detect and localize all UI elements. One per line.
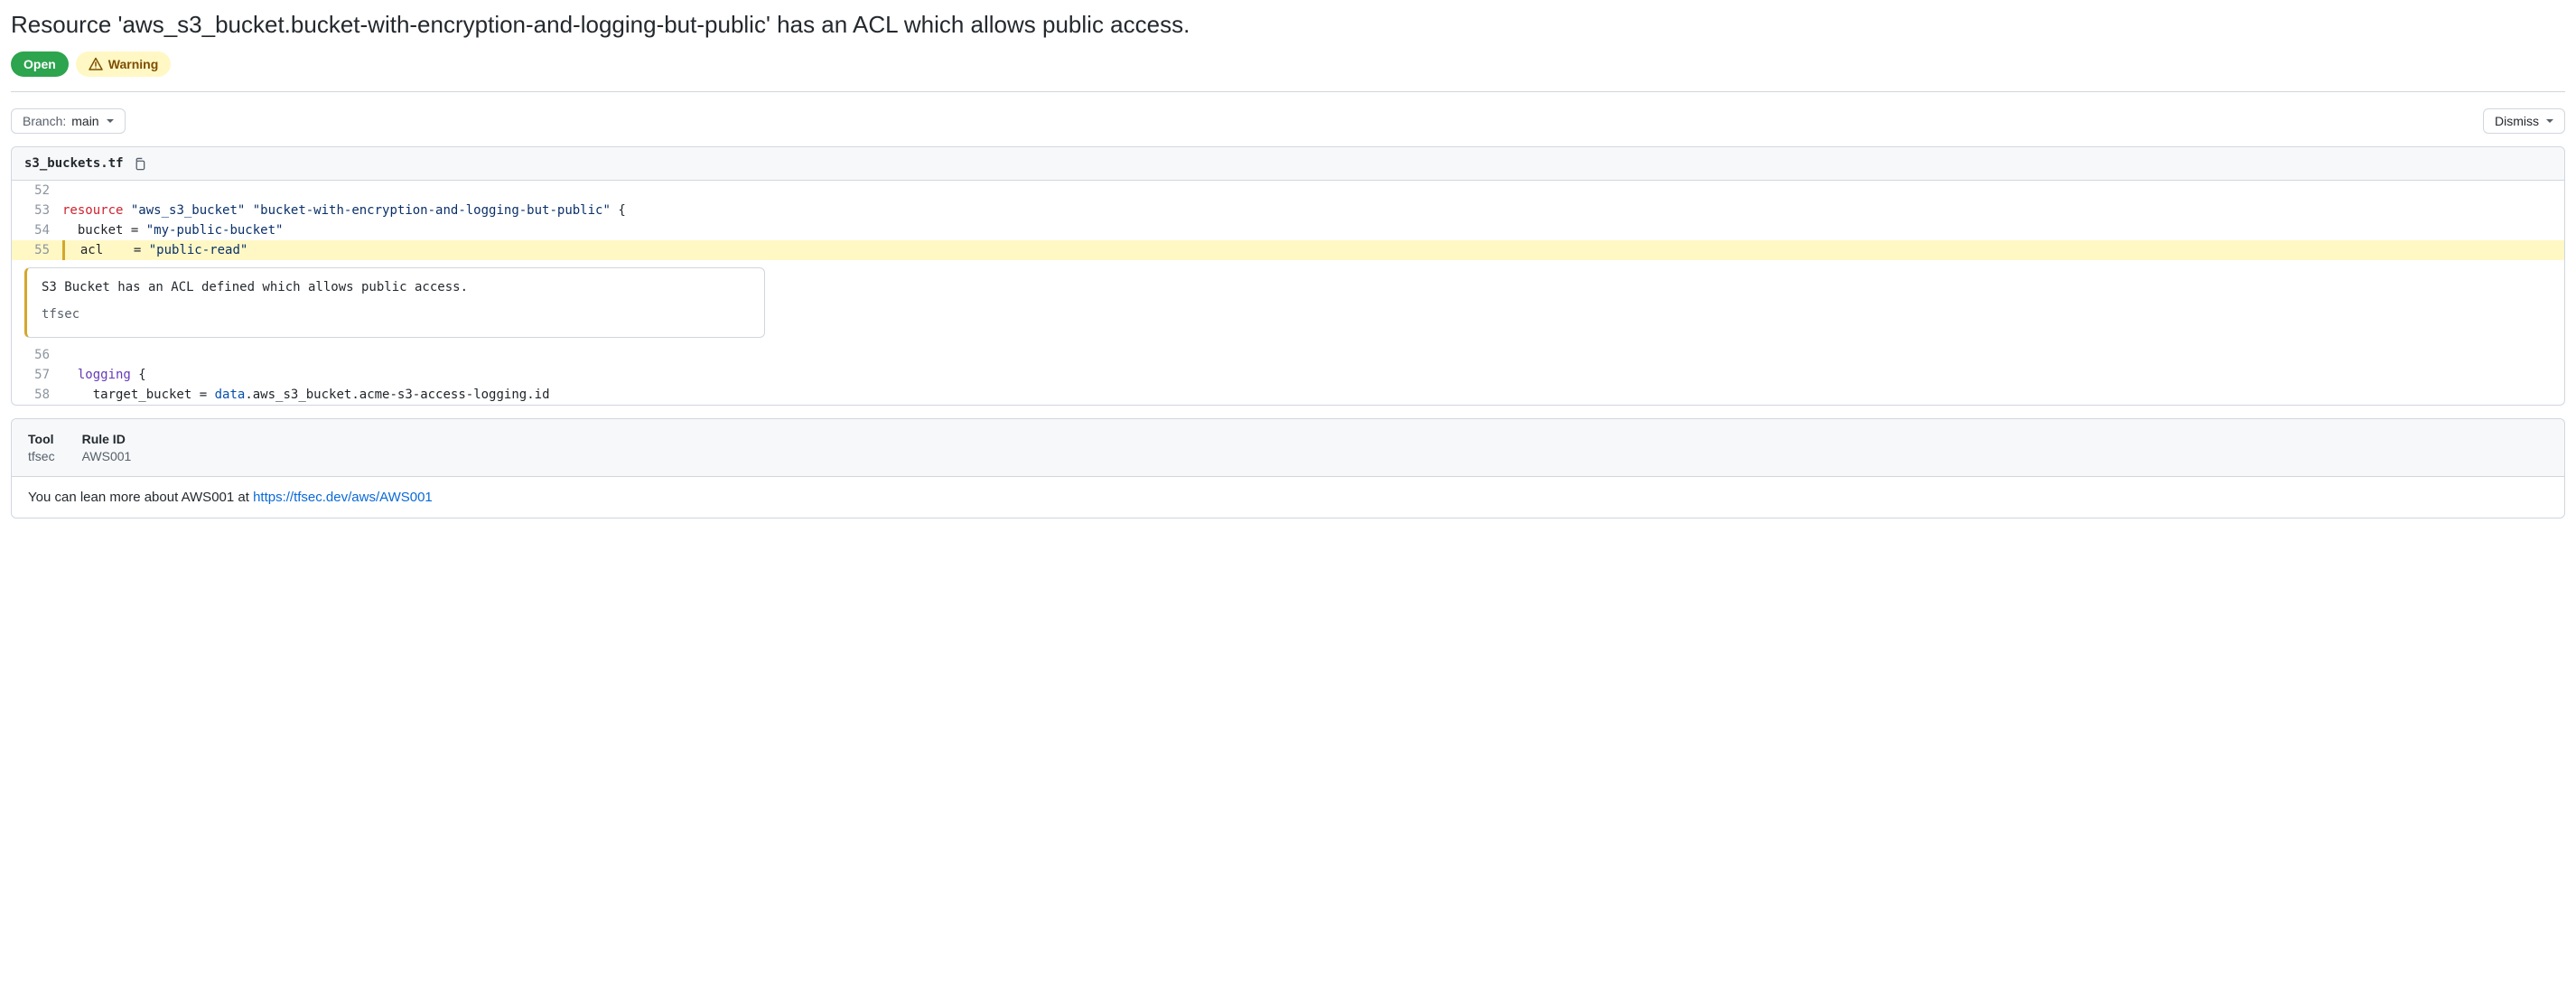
badge-row: Open Warning: [11, 51, 2565, 77]
line-number: 54: [12, 220, 62, 240]
rule-label: Rule ID: [82, 432, 132, 446]
code-line-highlighted: 55 acl = "public-read": [12, 240, 2564, 260]
line-number: 56: [12, 345, 62, 365]
toolbar: Branch: main Dismiss: [11, 108, 2565, 134]
warning-triangle-icon: [89, 57, 103, 71]
code-line: 56: [12, 345, 2564, 365]
metadata-panel: Tool tfsec Rule ID AWS001 You can lean m…: [11, 418, 2565, 519]
learn-more-link[interactable]: https://tfsec.dev/aws/AWS001: [253, 490, 433, 505]
metadata-tool: Tool tfsec: [28, 432, 55, 463]
code-file-header: s3_buckets.tf: [12, 147, 2564, 181]
code-body: 52 53 resource "aws_s3_bucket" "bucket-w…: [12, 181, 2564, 405]
status-open-badge: Open: [11, 51, 69, 77]
learn-more-text: You can lean more about AWS001 at: [28, 490, 253, 505]
branch-selector[interactable]: Branch: main: [11, 108, 126, 134]
line-number: 58: [12, 385, 62, 405]
severity-warning-badge: Warning: [76, 51, 171, 77]
code-line: 57 logging {: [12, 365, 2564, 385]
chevron-down-icon: [107, 119, 114, 123]
alert-message: S3 Bucket has an ACL defined which allow…: [42, 277, 750, 299]
rule-value: AWS001: [82, 449, 132, 463]
learn-more-row: You can lean more about AWS001 at https:…: [12, 477, 2564, 518]
tool-value: tfsec: [28, 449, 55, 463]
dismiss-label: Dismiss: [2495, 114, 2539, 128]
code-line: 58 target_bucket = data.aws_s3_bucket.ac…: [12, 385, 2564, 405]
line-number: 55: [12, 240, 62, 260]
alert-title: Resource 'aws_s3_bucket.bucket-with-encr…: [11, 11, 2565, 39]
metadata-rule: Rule ID AWS001: [82, 432, 132, 463]
severity-label: Warning: [108, 57, 158, 71]
code-line: 54 bucket = "my-public-bucket": [12, 220, 2564, 240]
inline-alert: S3 Bucket has an ACL defined which allow…: [24, 267, 765, 338]
branch-value: main: [71, 114, 98, 128]
code-panel: s3_buckets.tf 52 53 resource "aws_s3_buc…: [11, 146, 2565, 406]
file-name: s3_buckets.tf: [24, 156, 124, 171]
line-number: 53: [12, 201, 62, 220]
divider: [11, 91, 2565, 92]
line-number: 57: [12, 365, 62, 385]
line-number: 52: [12, 181, 62, 201]
tool-label: Tool: [28, 432, 55, 446]
branch-label: Branch:: [23, 114, 66, 128]
metadata-header: Tool tfsec Rule ID AWS001: [12, 419, 2564, 477]
dismiss-button[interactable]: Dismiss: [2483, 108, 2565, 134]
copy-icon[interactable]: [133, 157, 146, 171]
code-line: 53 resource "aws_s3_bucket" "bucket-with…: [12, 201, 2564, 220]
code-line: 52: [12, 181, 2564, 201]
chevron-down-icon: [2546, 119, 2553, 123]
alert-tool: tfsec: [42, 304, 750, 326]
